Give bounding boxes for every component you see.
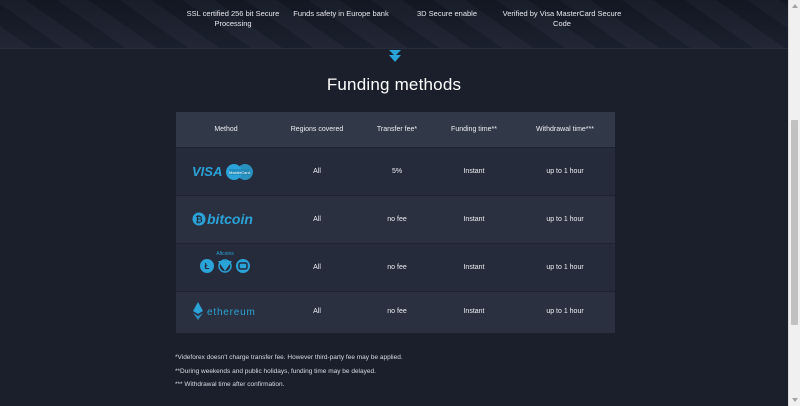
funding-cell: Instant — [463, 264, 485, 271]
feature-3d-secure: 3D Secure enable — [416, 9, 478, 18]
withdrawal-cell: up to 1 hour — [546, 216, 584, 223]
svg-text:MasterCard: MasterCard — [229, 170, 250, 175]
chevron-down-icon — [389, 50, 401, 62]
footnote-transfer-fee: *Videforex doesn't charge transfer fee. … — [175, 354, 403, 361]
footnote-withdrawal-time: *** Withdrawal time after confirmation. — [175, 381, 285, 388]
ethereum-logo: ethereum — [193, 302, 256, 320]
column-header-regions: Regions covered — [290, 126, 344, 133]
withdrawal-cell: up to 1 hour — [546, 308, 584, 315]
table-header: Method Regions covered Transfer fee* Fun… — [176, 112, 615, 147]
altcoins-logo: Altcoins Ł — [200, 251, 250, 273]
svg-text:₿: ₿ — [195, 215, 202, 225]
scroll-down-arrow-icon[interactable] — [792, 398, 798, 402]
svg-text:Ł: Ł — [205, 262, 210, 271]
svg-text:VISA: VISA — [192, 164, 222, 179]
withdrawal-cell: up to 1 hour — [546, 264, 584, 271]
regions-cell: All — [313, 216, 321, 223]
table-row: VISA MasterCard All 5% Instant up to 1 h… — [176, 147, 615, 196]
fee-cell: no fee — [387, 308, 407, 315]
svg-text:Altcoins: Altcoins — [216, 251, 234, 257]
fee-cell: no fee — [387, 216, 407, 223]
regions-cell: All — [313, 308, 321, 315]
funding-cell: Instant — [463, 308, 485, 315]
section-title: Funding methods — [326, 75, 462, 94]
table-row: ₿ bitcoin All no fee Instant up to 1 hou… — [176, 195, 615, 244]
vertical-scrollbar[interactable] — [788, 0, 800, 406]
table-row: ethereum All no fee Instant up to 1 hour — [176, 291, 615, 333]
visa-mastercard-logo: VISA MasterCard — [192, 164, 253, 180]
scroll-up-arrow-icon[interactable] — [792, 4, 798, 8]
svg-text:ethereum: ethereum — [207, 307, 256, 318]
svg-text:bitcoin: bitcoin — [207, 211, 253, 227]
withdrawal-cell: up to 1 hour — [546, 168, 584, 175]
column-header-withdrawal: Withdrawal time*** — [536, 126, 594, 133]
bitcoin-logo: ₿ bitcoin — [192, 211, 253, 227]
top-banner: SSL certified 256 bit Secure Processing … — [0, 0, 788, 49]
table-row: Altcoins Ł All no fee Instant up to 1 ho… — [176, 243, 615, 292]
funding-cell: Instant — [463, 216, 485, 223]
column-header-funding: Funding time** — [451, 126, 497, 133]
feature-verified-visa: Verified by Visa MasterCard Secure Code — [502, 9, 622, 28]
funding-cell: Instant — [463, 168, 485, 175]
footnote-funding-time: **During weekends and public holidays, f… — [175, 368, 376, 375]
column-header-method: Method — [214, 126, 238, 133]
fee-cell: no fee — [387, 264, 407, 271]
regions-cell: All — [313, 264, 321, 271]
fee-cell: 5% — [391, 168, 403, 175]
regions-cell: All — [313, 168, 321, 175]
funding-methods-table: Method Regions covered Transfer fee* Fun… — [176, 112, 615, 333]
column-header-fee: Transfer fee* — [376, 126, 418, 133]
scroll-thumb[interactable] — [791, 120, 798, 325]
